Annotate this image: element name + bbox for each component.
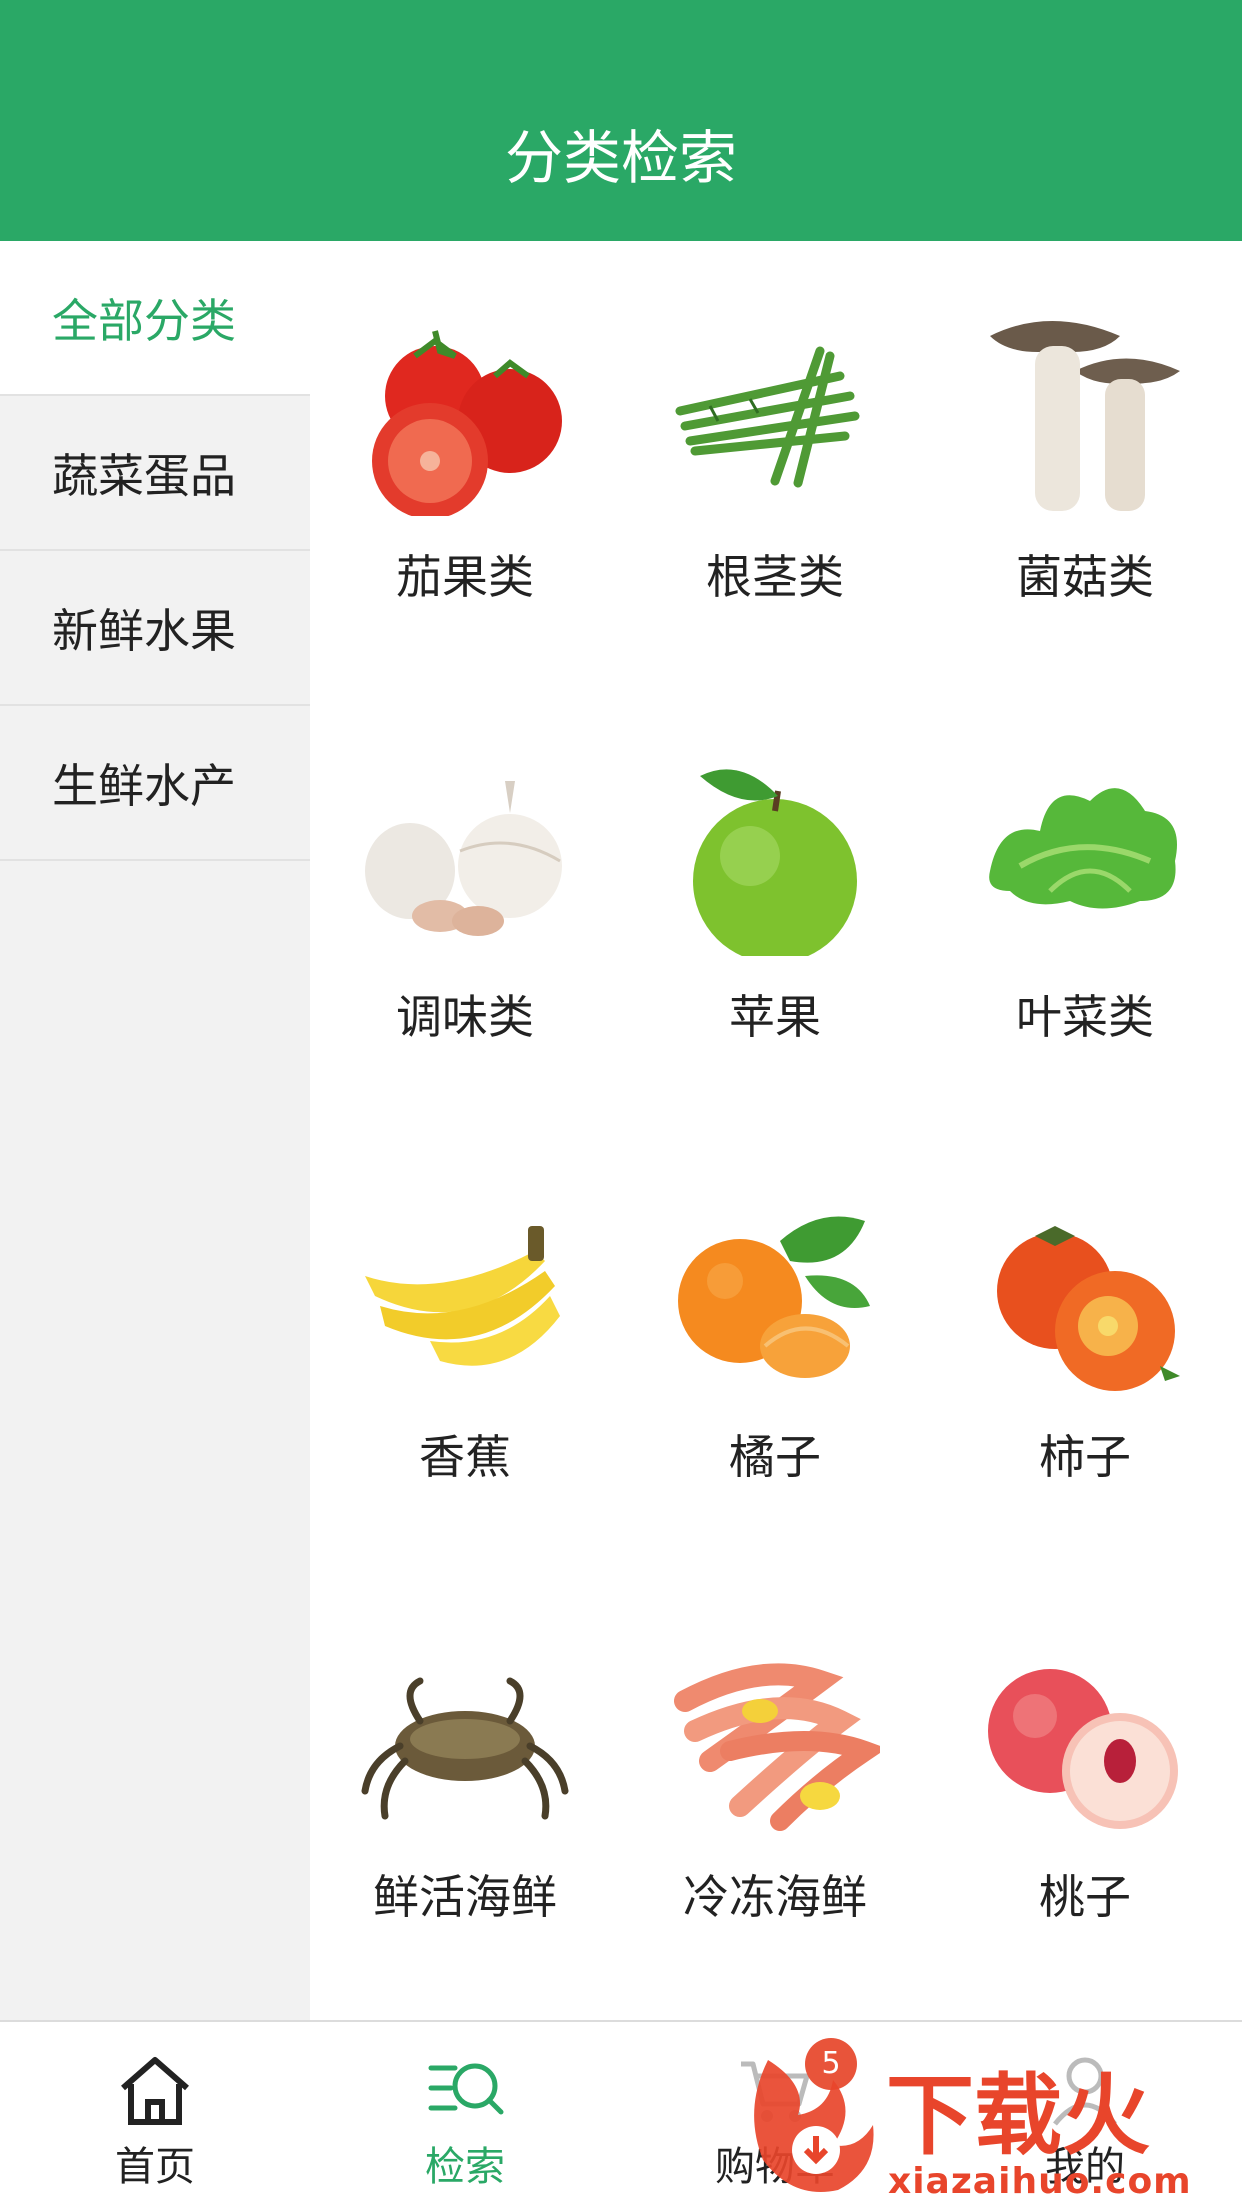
category-label: 茄果类	[396, 550, 534, 604]
shrimp-icon	[674, 1663, 880, 1831]
category-banana[interactable]: 香蕉	[310, 1121, 620, 1561]
category-apple[interactable]: 苹果	[620, 681, 930, 1121]
tab-label: 首页	[115, 2144, 195, 2190]
category-root-vegetables[interactable]: 根茎类	[620, 241, 930, 681]
sidebar-item-label: 生鲜水产	[52, 758, 236, 813]
banana-icon	[365, 1226, 560, 1366]
sidebar-item-vegetables-eggs[interactable]: 蔬菜蛋品	[0, 396, 310, 551]
category-label: 调味类	[396, 990, 534, 1044]
tomato-icon	[372, 330, 562, 516]
sidebar-item-seafood[interactable]: 生鲜水产	[0, 706, 310, 861]
search-list-icon	[428, 2063, 504, 2115]
sidebar-item-label: 全部分类	[52, 293, 236, 348]
tab-label: 检索	[425, 2144, 505, 2190]
watermark-title: 下载火	[886, 2064, 1151, 2167]
mushroom-icon	[990, 321, 1180, 511]
category-mushroom[interactable]: 菌菇类	[930, 241, 1240, 681]
lettuce-icon	[989, 788, 1177, 909]
sidebar-item-all[interactable]: 全部分类	[0, 241, 310, 396]
category-live-seafood[interactable]: 鲜活海鲜	[310, 1561, 620, 2001]
category-tomato[interactable]: 茄果类	[310, 241, 620, 681]
category-grid: 茄果类 根茎类 菌菇类 调味类 苹果 叶菜类 香蕉 橘子 柿子 鲜活海鲜 冷冻海…	[310, 241, 1242, 2020]
page-title: 分类检索	[504, 124, 737, 192]
peach-icon	[988, 1669, 1178, 1829]
category-label: 橘子	[729, 1430, 821, 1484]
home-icon	[121, 2057, 189, 2125]
watermark-url: xiazaihuo.com	[888, 2161, 1192, 2202]
asparagus-icon	[675, 346, 860, 488]
category-frozen-seafood[interactable]: 冷冻海鲜	[620, 1561, 930, 2001]
orange-icon	[678, 1216, 870, 1378]
category-seasoning[interactable]: 调味类	[310, 681, 620, 1121]
category-label: 菌菇类	[1016, 550, 1154, 604]
category-peach[interactable]: 桃子	[930, 1561, 1240, 2001]
category-label: 鲜活海鲜	[373, 1870, 557, 1924]
header-bar: 分类检索	[0, 0, 1242, 241]
tab-home[interactable]: 首页	[0, 2022, 310, 2208]
category-label: 苹果	[729, 990, 821, 1044]
category-leafy-greens[interactable]: 叶菜类	[930, 681, 1240, 1121]
category-label: 柿子	[1039, 1430, 1131, 1484]
category-label: 香蕉	[419, 1430, 511, 1484]
watermark: 下载火 xiazaihuo.com	[738, 2045, 1238, 2205]
category-label: 桃子	[1039, 1870, 1131, 1924]
category-persimmon[interactable]: 柿子	[930, 1121, 1240, 1561]
sidebar-item-label: 蔬菜蛋品	[52, 448, 236, 503]
garlic-icon	[365, 781, 562, 936]
category-label: 冷冻海鲜	[683, 1870, 867, 1924]
watermark-logo-icon	[754, 2060, 874, 2192]
category-orange[interactable]: 橘子	[620, 1121, 930, 1561]
persimmon-icon	[997, 1226, 1180, 1391]
sidebar-item-label: 新鲜水果	[52, 603, 236, 658]
category-sidebar: 全部分类 蔬菜蛋品 新鲜水果 生鲜水产	[0, 241, 310, 2020]
apple-icon	[693, 769, 857, 956]
sidebar-item-fresh-fruit[interactable]: 新鲜水果	[0, 551, 310, 706]
category-label: 叶菜类	[1016, 990, 1154, 1044]
category-label: 根茎类	[706, 550, 844, 604]
crab-icon	[361, 1677, 569, 1820]
tab-search[interactable]: 检索	[310, 2022, 620, 2208]
